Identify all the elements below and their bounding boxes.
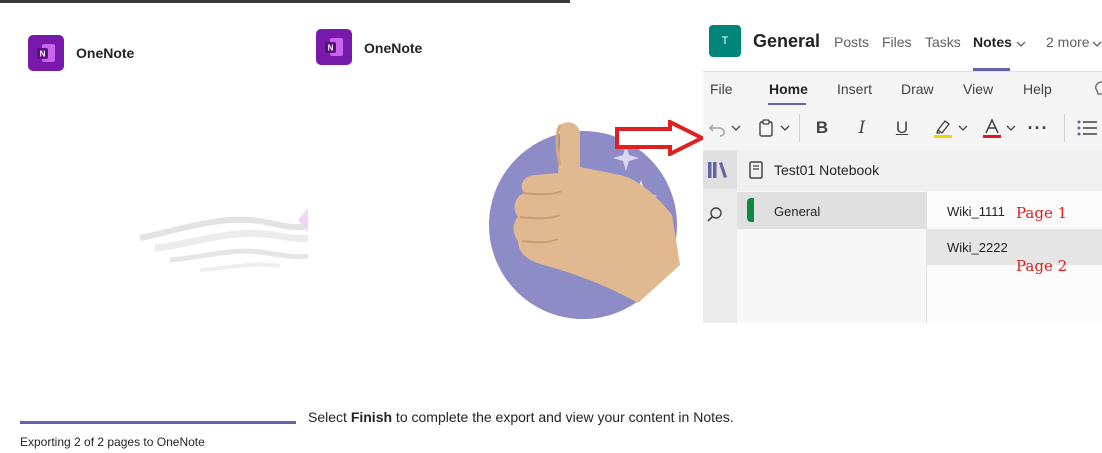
toolbar-separator [1064, 114, 1065, 142]
export-progress-fill [20, 421, 296, 424]
chevron-down-icon[interactable] [778, 115, 792, 141]
teams-notes-panel: T General Posts Files Tasks Notes 2 more… [703, 10, 1102, 323]
more-options-icon[interactable]: ··· [1026, 115, 1050, 141]
annotation-page1: Page 1 [1016, 204, 1068, 222]
tab-more[interactable]: 2 more [1046, 34, 1090, 50]
undo-icon[interactable] [706, 115, 728, 141]
export-progress-bar [20, 421, 296, 424]
section-color-tab [747, 198, 754, 222]
ribbon-tab-view[interactable]: View [963, 81, 993, 97]
svg-text:N: N [328, 44, 334, 53]
onenote-logo-icon: N [28, 35, 64, 71]
section-item[interactable] [737, 192, 926, 229]
notebook-icon [748, 161, 764, 184]
finish-instruction-pre: Select [308, 409, 351, 425]
page-label[interactable]: Wiki_2222 [947, 240, 1008, 255]
ribbon-tab-insert[interactable]: Insert [837, 81, 872, 97]
export-panel: N OneNote N OneNote Exporting 2 of 2 pag… [0, 0, 734, 453]
chevron-down-icon[interactable] [956, 115, 970, 141]
chevron-down-icon[interactable] [1016, 36, 1026, 54]
italic-icon[interactable]: I [851, 115, 873, 141]
finish-keyword: Finish [350, 409, 393, 425]
notebook-title[interactable]: Test01 Notebook [774, 162, 879, 178]
bullet-list-icon[interactable] [1075, 115, 1099, 141]
app-name-label: OneNote [364, 40, 423, 56]
font-color-icon[interactable] [980, 115, 1004, 141]
chevron-down-icon[interactable] [1004, 115, 1018, 141]
tab-files[interactable]: Files [882, 34, 912, 50]
onenote-logo-icon: N [316, 29, 352, 65]
ribbon-tab-file[interactable]: File [710, 81, 733, 97]
chevron-down-icon[interactable] [729, 115, 743, 141]
channel-title: General [753, 31, 821, 51]
ribbon-tab-help[interactable]: Help [1023, 81, 1052, 97]
tab-tasks[interactable]: Tasks [925, 34, 961, 50]
app-name-label: OneNote [76, 45, 135, 61]
clipboard-icon[interactable] [755, 115, 777, 141]
section-label[interactable]: General [774, 204, 820, 219]
ribbon-tab-draw[interactable]: Draw [901, 81, 934, 97]
toolbar-separator [799, 114, 800, 142]
swoosh-illustration [140, 200, 308, 280]
team-avatar[interactable]: T [709, 25, 741, 57]
active-ribbon-tab-indicator [768, 103, 806, 105]
ribbon-tab-home[interactable]: Home [769, 81, 808, 97]
chevron-down-icon[interactable] [1092, 36, 1102, 54]
tab-posts[interactable]: Posts [834, 34, 869, 50]
underline-icon[interactable]: U [891, 115, 913, 141]
finish-instruction: Select Finish to complete the export and… [308, 409, 734, 425]
top-divider [0, 0, 570, 3]
finish-instruction-post: to complete the export and view your con… [392, 409, 734, 425]
search-icon[interactable] [706, 206, 724, 229]
highlighter-icon[interactable] [931, 115, 955, 141]
bold-icon[interactable]: B [811, 115, 833, 141]
lightbulb-icon[interactable] [1094, 80, 1102, 103]
page-label[interactable]: Wiki_1111 [947, 204, 1005, 219]
annotation-arrow-icon [614, 118, 707, 161]
export-progress-text: Exporting 2 of 2 pages to OneNote [20, 435, 205, 449]
svg-text:N: N [40, 50, 46, 59]
tab-notes[interactable]: Notes [973, 34, 1012, 50]
notebooks-icon[interactable] [706, 161, 728, 184]
annotation-page2: Page 2 [1016, 257, 1068, 275]
